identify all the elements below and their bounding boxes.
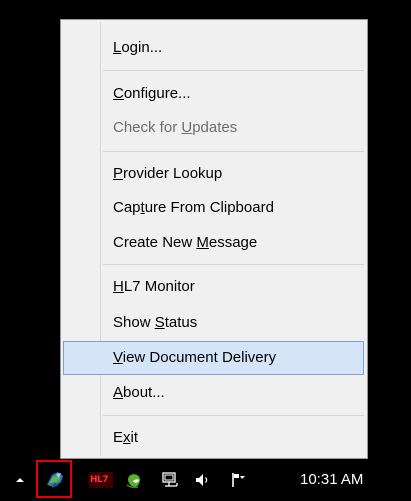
action-center-flag-icon[interactable] (229, 470, 249, 490)
menu-item-access-key: U (181, 119, 193, 136)
menu-item-check-for-updates: Check for Updates (63, 111, 364, 145)
menu-item-access-key: A (113, 384, 124, 401)
menu-item-label: rovider Lookup (123, 165, 223, 182)
app-tray-icon[interactable] (36, 460, 72, 498)
menu-item-label: tatus (164, 314, 198, 331)
menu-separator (103, 264, 364, 265)
menu-item-label: Show (113, 314, 155, 331)
menu-item-provider-lookup[interactable]: Provider Lookup (63, 157, 364, 191)
menu-item-label: ogin... (121, 39, 163, 56)
menu-item-access-key: C (113, 85, 124, 102)
tray-context-menu: Login... Configure... Check for Updates … (60, 19, 368, 459)
menu-item-access-key: M (196, 234, 209, 251)
menu-item-access-key: P (113, 165, 124, 182)
chevron-up-icon[interactable] (12, 472, 28, 488)
menu-item-access-key: V (113, 349, 123, 366)
menu-item-hl7-monitor[interactable]: HL7 Monitor (63, 270, 364, 304)
taskbar-notification-area: HL7 10:31 AM (0, 459, 411, 501)
menu-item-view-document-delivery[interactable]: View Document Delivery (63, 341, 364, 375)
menu-item-label: ure From Clipboard (144, 199, 274, 216)
network-icon[interactable] (160, 470, 180, 490)
menu-item-label: Check for (113, 119, 182, 136)
menu-item-label: onfigure... (123, 85, 191, 102)
menu-item-create-new-message[interactable]: Create New Message (63, 226, 364, 260)
menu-item-access-key: H (113, 278, 124, 295)
menu-item-label: E (113, 429, 124, 446)
menu-separator (103, 70, 364, 71)
menu-item-access-key: x (123, 429, 131, 446)
menu-item-label: Create New (113, 234, 197, 251)
menu-item-label: essage (208, 234, 258, 251)
hl7-monitor-icon-label: HL7 (90, 475, 109, 485)
menu-item-label: pdates (192, 119, 238, 136)
menu-separator (103, 151, 364, 152)
menu-item-capture-from-clipboard[interactable]: Capture From Clipboard (63, 191, 364, 225)
menu-item-label: bout... (123, 384, 165, 401)
menu-item-access-key: S (154, 314, 165, 331)
menu-item-label: it (130, 429, 139, 446)
menu-item-about[interactable]: About... (63, 376, 364, 410)
hl7-monitor-icon[interactable]: HL7 (89, 472, 113, 488)
green-app-icon[interactable] (124, 470, 144, 490)
menu-item-show-status[interactable]: Show Status (63, 306, 364, 340)
menu-item-label: Cap (113, 199, 141, 216)
menu-item-label: L7 Monitor (123, 278, 195, 295)
volume-icon[interactable] (193, 470, 213, 490)
menu-item-label: iew Document Delivery (122, 349, 277, 366)
taskbar-clock[interactable]: 10:31 AM (300, 470, 363, 490)
menu-item-exit[interactable]: Exit (63, 421, 364, 455)
menu-item-configure[interactable]: Configure... (63, 77, 364, 111)
menu-item-login[interactable]: Login... (63, 31, 364, 65)
menu-separator (103, 415, 364, 416)
